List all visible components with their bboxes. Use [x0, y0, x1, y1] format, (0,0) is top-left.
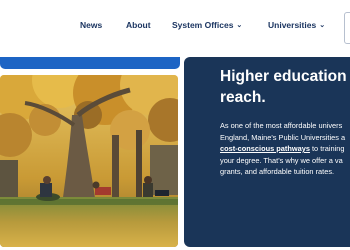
- nav-universities-dropdown[interactable]: Universities ⌄: [268, 20, 325, 30]
- nav-about-link[interactable]: About: [126, 20, 151, 30]
- hero-body-line-4: your degree. That's why we offer a va: [220, 155, 343, 165]
- hero-body-line-3: cost-conscious pathways to training: [220, 143, 350, 155]
- nav-system-offices-label: System Offices: [172, 20, 234, 30]
- nav-about-label: About: [126, 20, 151, 30]
- nav-universities-label: Universities: [268, 20, 317, 30]
- campus-photo: [0, 75, 178, 247]
- hero-body-line-1: As one of the most affordable univers: [220, 121, 343, 130]
- hero-headline-line-2: reach.: [220, 89, 266, 106]
- top-navigation: News About System Offices ⌄ Universities ⌄: [0, 0, 350, 55]
- hero-headline: Higher education th reach.: [220, 66, 350, 108]
- hero-body-line-3-rest: to training: [309, 144, 345, 153]
- search-button[interactable]: [344, 12, 350, 44]
- accent-banner: [0, 57, 180, 69]
- hero-body-line-2: England, Maine's Public Universities a: [220, 132, 346, 142]
- cost-conscious-pathways-link[interactable]: cost-conscious pathways: [220, 144, 310, 153]
- hero-body-line-5: grants, and affordable tuition rates.: [220, 167, 335, 176]
- chevron-down-icon: ⌄: [319, 22, 326, 29]
- hero-body: As one of the most affordable univers En…: [220, 120, 350, 178]
- nav-system-offices-dropdown[interactable]: System Offices ⌄: [172, 20, 242, 30]
- hero-headline-line-1: Higher education th: [220, 68, 350, 85]
- chevron-down-icon: ⌄: [236, 22, 243, 29]
- nav-news-link[interactable]: News: [80, 20, 102, 30]
- nav-news-label: News: [80, 20, 103, 30]
